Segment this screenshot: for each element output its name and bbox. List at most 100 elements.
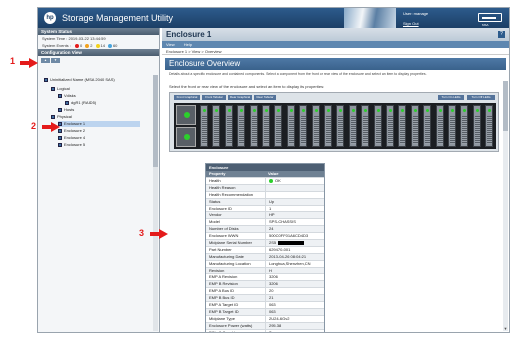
disk-bay[interactable] <box>200 105 208 147</box>
tree-item[interactable]: Hosts <box>58 107 74 113</box>
main-panel: Enclosure 1 ? View Help Enclosure 1 > Vi… <box>162 28 509 332</box>
left-scroll-thumb[interactable] <box>153 75 158 167</box>
property-value: 063 <box>268 308 276 314</box>
disk-bay[interactable] <box>286 105 295 147</box>
event-count: 14 <box>100 43 105 48</box>
event-counts[interactable]: 0 2 14 60 <box>72 43 117 48</box>
expand-all-button[interactable]: ▲ <box>41 58 50 63</box>
tree-item[interactable]: Physical <box>51 114 72 120</box>
disk-bay[interactable] <box>386 105 394 147</box>
tree-item[interactable]: Vdisks <box>58 93 76 99</box>
main-scroll-thumb[interactable] <box>503 81 508 131</box>
disk-bay[interactable] <box>249 105 258 147</box>
property-value-cell: 2U24-6Gv2 <box>264 315 324 322</box>
property-name: Health Recommendation <box>209 191 254 197</box>
callout-3-arrow-icon <box>150 229 168 239</box>
disk-bay[interactable] <box>348 105 357 147</box>
disk-status-led-icon <box>302 109 306 112</box>
property-name: EMP A Target ID <box>209 302 239 308</box>
disk-bay[interactable] <box>324 105 332 147</box>
tree-item[interactable]: Uninitialized Name (MSA 2040 SAS) <box>44 77 115 83</box>
configuration-view-header: Configuration View <box>38 49 159 56</box>
turn-on-leds-button[interactable]: Turn On LEDs <box>438 95 464 100</box>
property-value: 295.38 <box>268 322 282 328</box>
event-severity-icon <box>95 43 100 48</box>
property-name: EMP A Revision <box>209 274 238 280</box>
property-row: Manufacturing Date 2013-04-26 08:04:21 <box>206 252 324 260</box>
property-value-cell: 500C0FF01A6CD4D3 <box>264 233 324 240</box>
overview-description: Details about a specific enclosure and c… <box>169 72 427 76</box>
disk-bay[interactable] <box>485 105 494 147</box>
menu-view[interactable]: View <box>166 41 175 48</box>
property-value-cell <box>264 184 324 191</box>
property-row: Revision H <box>206 266 324 274</box>
disk-bay[interactable] <box>212 105 221 147</box>
disk-carrier-grille <box>450 116 455 144</box>
tree-item-label: Vdisks <box>64 93 76 98</box>
disk-bay[interactable] <box>274 105 283 147</box>
rear-graphical-button[interactable]: Rear Graphical <box>228 95 252 100</box>
disk-bay[interactable] <box>435 105 444 147</box>
property-value-cell: 21 <box>264 295 324 302</box>
property-value: H <box>268 267 272 273</box>
controller-a-module[interactable] <box>176 105 196 125</box>
disk-bay[interactable] <box>460 105 469 147</box>
disk-carrier-grille <box>425 116 431 144</box>
disk-carrier-grille <box>226 116 232 144</box>
disk-bay[interactable] <box>472 105 481 147</box>
turn-off-leds-button[interactable]: Turn Off LEDs <box>467 95 495 100</box>
disk-carrier-grille <box>487 116 493 144</box>
disk-bay[interactable] <box>224 105 233 147</box>
property-name: Midplane Type <box>209 315 235 321</box>
disk-bay[interactable] <box>262 105 270 147</box>
properties-rows: Health OK Health Reason Health Recommendati… <box>206 177 324 332</box>
tree-item[interactable]: Enclosure 2 <box>58 128 85 134</box>
event-count: 2 <box>90 43 93 48</box>
tree-item[interactable]: Enclosure 4 <box>58 135 85 141</box>
tree-item[interactable]: dgR1 (RAID5) <box>65 100 96 106</box>
disk-bay[interactable] <box>311 105 320 147</box>
tree-item[interactable]: Enclosure 5 <box>58 142 85 148</box>
property-name: Part Number <box>209 246 232 252</box>
disk-bay[interactable] <box>448 105 456 147</box>
event-count: 0 <box>80 43 83 48</box>
scroll-down-icon[interactable]: ▼ <box>503 326 508 331</box>
disk-bay[interactable] <box>398 105 407 147</box>
column-value: Value <box>268 171 279 176</box>
controller-b-module[interactable] <box>176 127 196 147</box>
rear-tabular-button[interactable]: Rear Tabular <box>254 95 276 100</box>
front-graphical-button[interactable]: Front Graphical <box>174 95 200 100</box>
page-title: Enclosure 1 <box>166 30 212 39</box>
disk-bay[interactable] <box>410 105 419 147</box>
left-scrollbar[interactable] <box>153 75 158 331</box>
disk-carrier-grille <box>375 116 381 144</box>
collapse-all-button[interactable]: ▼ <box>51 58 60 63</box>
disk-status-led-icon <box>203 109 206 112</box>
front-tabular-button[interactable]: Front Tabular <box>202 95 226 100</box>
tree-node-icon <box>51 114 55 119</box>
disk-status-led-icon <box>376 109 380 112</box>
property-value-cell: 1 <box>264 205 324 212</box>
property-name: EMP B Target ID <box>209 308 239 314</box>
callout-2-number: 2 <box>31 121 37 131</box>
property-row: Enclosure WWN 500C0FF01A6CD4D3 <box>206 232 324 240</box>
callout-1-arrow-icon <box>20 58 38 68</box>
tree-item[interactable]: Enclosure 1 <box>58 121 140 127</box>
disk-bay[interactable] <box>423 105 432 147</box>
sign-out-link[interactable]: Sign Out <box>403 21 419 26</box>
disk-bay[interactable] <box>361 105 370 147</box>
disk-bay[interactable] <box>237 105 246 147</box>
tree-item[interactable]: Logical <box>51 86 70 92</box>
callout-3-number: 3 <box>139 228 145 238</box>
property-name: Midplane Serial Number <box>209 240 252 246</box>
property-row: Enclosure Power (watts) 295.38 <box>206 321 324 329</box>
disk-bay[interactable] <box>373 105 382 147</box>
system-events-row[interactable]: System Events : 0 2 14 60 <box>38 42 159 49</box>
main-scrollbar[interactable]: ▼ <box>503 81 508 331</box>
disk-bay[interactable] <box>336 105 345 147</box>
menu-help[interactable]: Help <box>184 41 192 48</box>
tree-node-icon <box>65 100 69 105</box>
help-icon[interactable]: ? <box>498 31 505 38</box>
property-row: Manufacturing Location Longhua,Shenzhen,C… <box>206 259 324 267</box>
disk-bay[interactable] <box>299 105 308 147</box>
